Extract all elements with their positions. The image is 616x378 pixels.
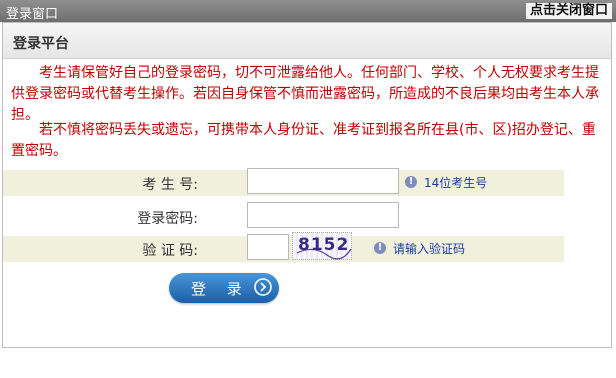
panel-title: 登录平台 bbox=[13, 36, 69, 52]
panel-header: 登录平台 bbox=[3, 23, 611, 59]
login-button[interactable]: 登 录 bbox=[169, 273, 279, 303]
notice-paragraph-2: 若不慎将密码丢失或遗忘，可携带本人身份证、准考证到报名所在县(市、区)招办登记、… bbox=[11, 122, 596, 159]
arrow-right-icon bbox=[254, 278, 272, 296]
info-icon: ! bbox=[405, 176, 417, 188]
password-label: 登录密码: bbox=[137, 211, 198, 227]
password-input[interactable] bbox=[247, 202, 399, 228]
login-button-label: 登 录 bbox=[191, 280, 250, 298]
captcha-image-text: 8152 bbox=[298, 235, 350, 255]
exam-no-hint: 14位考生号 bbox=[424, 176, 488, 190]
exam-no-input[interactable] bbox=[247, 168, 399, 194]
info-icon: ! bbox=[374, 242, 386, 254]
captcha-hint: 请输入验证码 bbox=[393, 242, 466, 256]
captcha-label: 验 证 码: bbox=[142, 243, 198, 259]
password-row: 登录密码: bbox=[3, 202, 564, 230]
window-titlebar: 登录窗口 点击关闭窗口 bbox=[0, 0, 616, 22]
exam-no-label: 考 生 号: bbox=[142, 177, 198, 193]
close-window-button[interactable]: 点击关闭窗口 bbox=[525, 3, 612, 19]
captcha-row: 验 证 码: 8152 ! 请输入验证码 bbox=[3, 232, 564, 262]
login-panel: 登录平台 考生请保管好自己的登录密码，切不可泄露给他人。任何部门、学校、个人无权… bbox=[2, 22, 612, 348]
notice-paragraph-1: 考生请保管好自己的登录密码，切不可泄露给他人。任何部门、学校、个人无权要求考生提… bbox=[11, 65, 599, 123]
captcha-image[interactable]: 8152 bbox=[292, 232, 352, 260]
window-title: 登录窗口 bbox=[6, 7, 59, 22]
captcha-input[interactable] bbox=[247, 234, 289, 260]
exam-no-row: 考 生 号: ! 14位考生号 bbox=[3, 168, 564, 196]
